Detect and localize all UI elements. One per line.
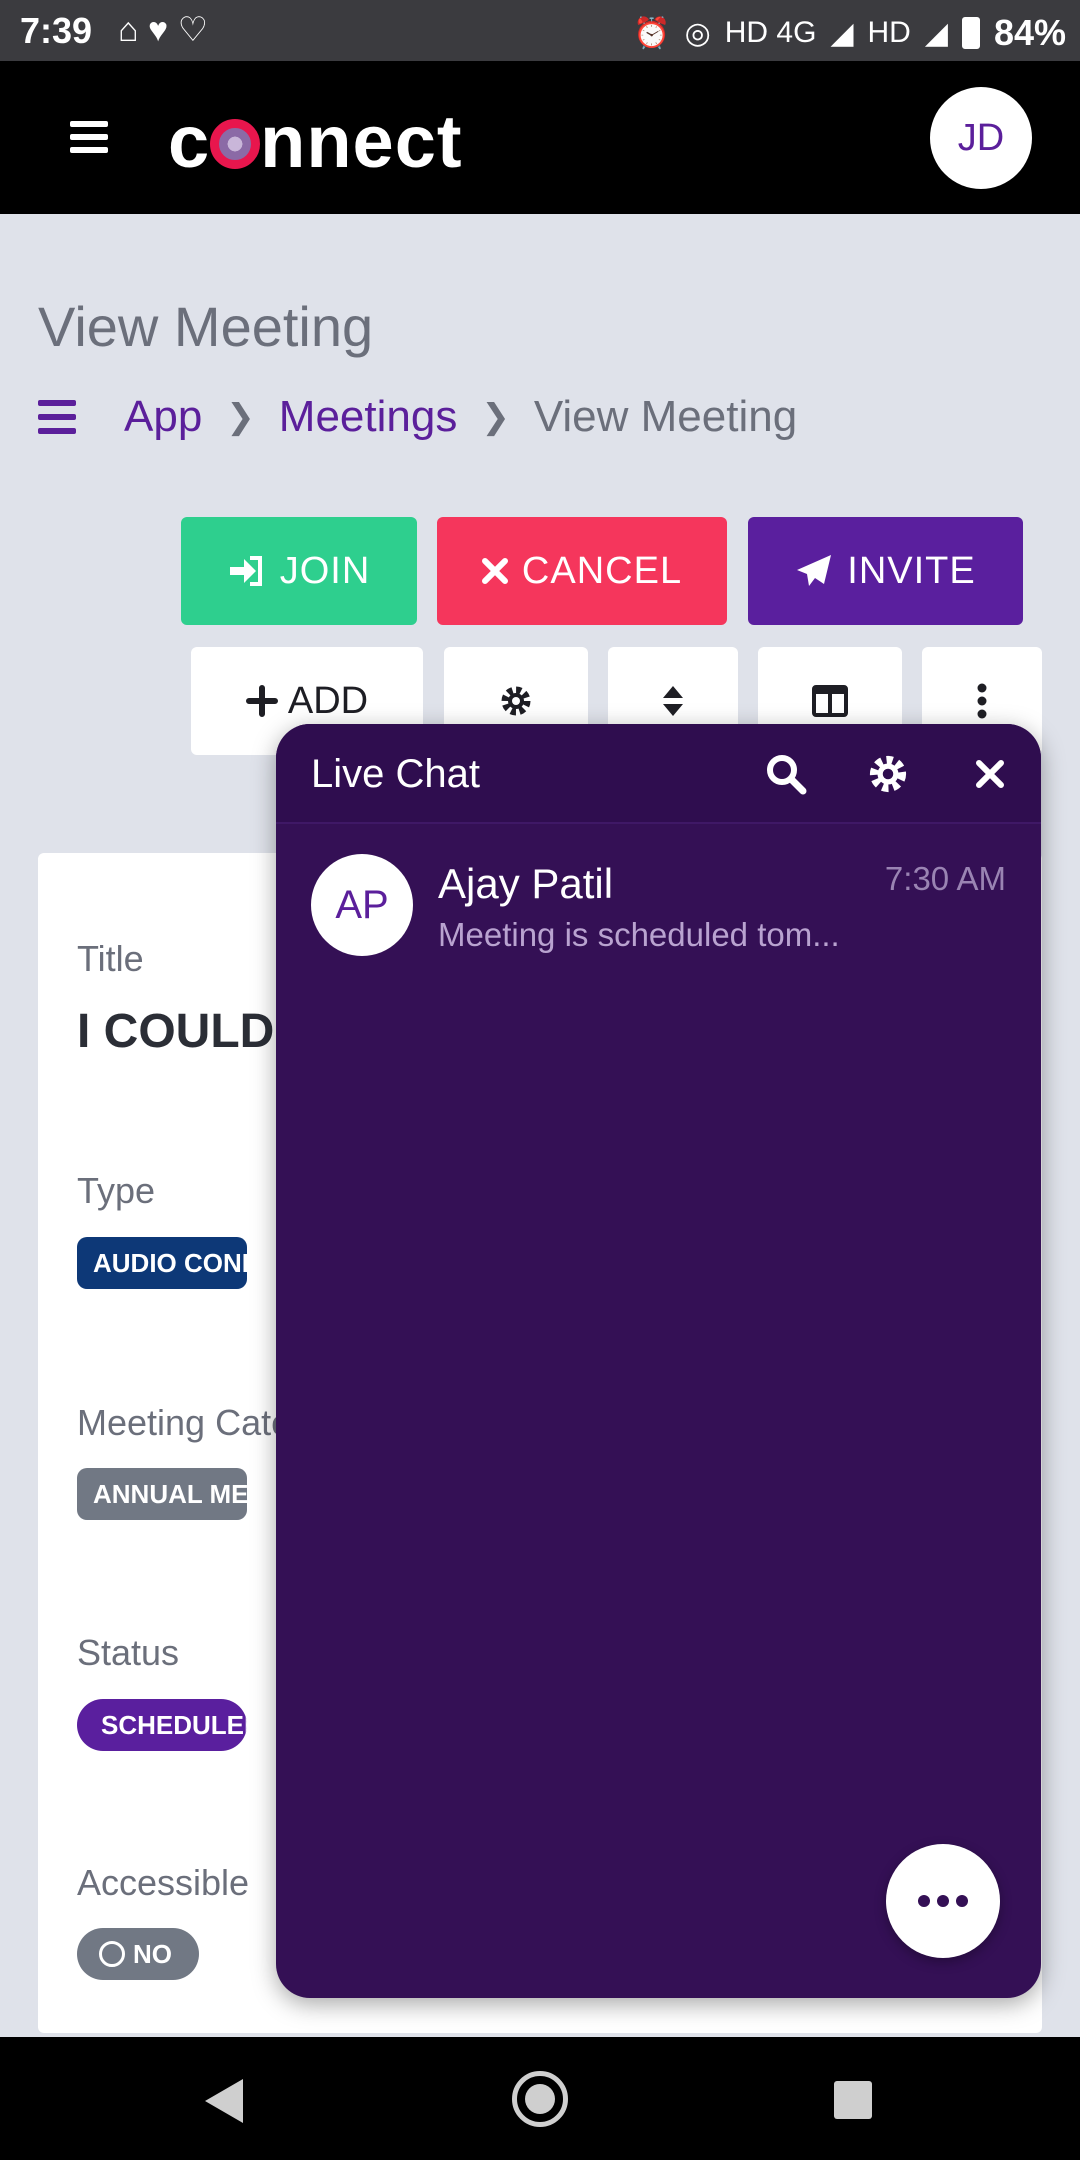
plus-icon	[245, 685, 278, 717]
user-avatar[interactable]: JD	[930, 87, 1032, 189]
accessible-label: Accessible	[77, 1862, 250, 1903]
live-chat-header: Live Chat	[276, 724, 1041, 824]
sign-in-icon	[229, 556, 262, 586]
back-icon[interactable]	[205, 2079, 243, 2123]
battery-percent: 84%	[993, 12, 1066, 53]
breadcrumb-current: View Meeting	[533, 392, 798, 441]
title-label: Title	[77, 938, 144, 979]
dot-icon	[956, 1895, 968, 1907]
title-value: I COULD	[77, 1005, 275, 1058]
breadcrumb: App ❯ Meetings ❯ View Meeting	[38, 392, 797, 442]
signal-icon: ◢	[830, 16, 854, 50]
cancel-button[interactable]: CANCEL	[437, 517, 727, 625]
join-label: JOIN	[279, 549, 371, 592]
notification-icons: ⌂ ♥ ♡	[118, 11, 209, 49]
page-title: View Meeting	[38, 295, 374, 358]
network-label: HD 4G	[724, 16, 817, 49]
type-label: Type	[77, 1170, 156, 1211]
dot-icon	[918, 1895, 930, 1907]
status-right: ⏰ ◎ HD 4G ◢ HD ◢ 84%	[633, 12, 1066, 54]
chat-conversation-item[interactable]: AP Ajay Patil Meeting is scheduled tom..…	[276, 854, 1041, 974]
system-nav-bar	[0, 2037, 1080, 2160]
message-preview: Meeting is scheduled tom...	[438, 916, 840, 953]
signal-icon-2: ◢	[924, 16, 948, 50]
cancel-label: CANCEL	[521, 549, 683, 592]
live-chat-title: Live Chat	[311, 752, 480, 796]
accessible-badge: NO	[77, 1928, 199, 1980]
hotspot-icon: ◎	[684, 16, 711, 50]
search-icon[interactable]	[758, 746, 814, 802]
logo-mark-icon	[210, 119, 261, 169]
join-button[interactable]: JOIN	[181, 517, 417, 625]
columns-icon	[812, 685, 848, 717]
chevron-right-icon: ❯	[481, 398, 510, 436]
recent-apps-icon[interactable]	[834, 2081, 872, 2119]
menu-icon[interactable]	[70, 121, 108, 153]
dot-icon	[937, 1895, 949, 1907]
status-time: 7:39	[20, 10, 93, 51]
close-icon[interactable]	[962, 746, 1018, 802]
invite-button[interactable]: INVITE	[748, 517, 1023, 625]
close-icon	[481, 558, 508, 584]
alarm-icon: ⏰	[633, 16, 671, 50]
more-vertical-icon	[977, 683, 987, 719]
avatar: AP	[311, 854, 413, 956]
network-label-2: HD	[867, 16, 911, 49]
live-chat-panel: Live Chat AP Ajay Patil Meeting is sched…	[276, 724, 1041, 1998]
contact-name: Ajay Patil	[438, 860, 614, 907]
sidebar-toggle-icon[interactable]	[38, 400, 76, 434]
sort-icon	[663, 686, 683, 716]
gear-icon	[501, 686, 531, 716]
circle-icon	[99, 1941, 125, 1967]
status-bar: 7:39 ⌂ ♥ ♡ ⏰ ◎ HD 4G ◢ HD ◢ 84%	[0, 0, 1080, 61]
accessible-value: NO	[133, 1938, 172, 1969]
app-header: c nnect JD	[0, 61, 1080, 214]
chevron-right-icon: ❯	[226, 398, 255, 436]
status-label: Status	[77, 1632, 180, 1673]
invite-label: INVITE	[847, 549, 976, 592]
battery-icon	[961, 17, 980, 49]
breadcrumb-app[interactable]: App	[124, 392, 202, 442]
status-badge: SCHEDULED	[77, 1699, 247, 1751]
home-icon[interactable]	[512, 2071, 568, 2127]
more-options-button[interactable]	[886, 1844, 1000, 1958]
add-label: ADD	[287, 679, 369, 722]
gear-icon[interactable]	[860, 746, 916, 802]
paper-plane-icon	[797, 555, 832, 586]
breadcrumb-meetings[interactable]: Meetings	[279, 392, 458, 442]
message-time: 7:30 AM	[884, 860, 1006, 897]
type-badge: AUDIO CONFERENCE	[77, 1237, 247, 1289]
connect-logo[interactable]: c nnect	[168, 99, 463, 184]
category-badge: ANNUAL MEETING	[77, 1468, 247, 1520]
